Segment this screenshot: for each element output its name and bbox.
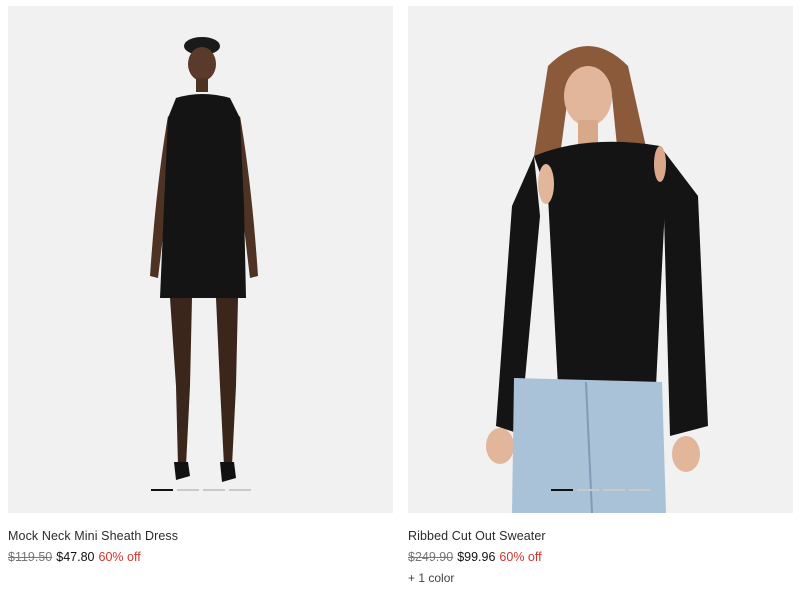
product-card-2[interactable]: Ribbed Cut Out Sweater $249.90 $99.96 60… xyxy=(408,6,793,585)
original-price: $119.50 xyxy=(8,550,53,564)
price-row: $249.90 $99.96 60% off xyxy=(408,550,793,564)
product-title[interactable]: Ribbed Cut Out Sweater xyxy=(408,529,793,543)
carousel-dot-4[interactable] xyxy=(628,489,651,491)
carousel-dot-4[interactable] xyxy=(228,489,251,491)
carousel-dot-2[interactable] xyxy=(176,489,199,491)
product-card-1[interactable]: Mock Neck Mini Sheath Dress $119.50 $47.… xyxy=(8,6,393,564)
sale-price: $99.96 xyxy=(457,550,496,564)
price-row: $119.50 $47.80 60% off xyxy=(8,550,393,564)
discount-label: 60% off xyxy=(98,550,141,564)
product-image-sweater[interactable] xyxy=(408,6,793,513)
carousel-dot-2[interactable] xyxy=(576,489,599,491)
image-carousel-indicator[interactable] xyxy=(408,489,793,491)
product-image-dress[interactable] xyxy=(8,6,393,513)
carousel-dot-3[interactable] xyxy=(202,489,225,491)
original-price: $249.90 xyxy=(408,550,454,564)
discount-label: 60% off xyxy=(499,550,542,564)
dress-model-illustration xyxy=(150,37,258,482)
sweater-model-illustration xyxy=(486,46,708,513)
carousel-dot-1[interactable] xyxy=(550,489,573,491)
carousel-dot-1[interactable] xyxy=(150,489,173,491)
more-colors-link[interactable]: + 1 color xyxy=(408,571,793,585)
product-title[interactable]: Mock Neck Mini Sheath Dress xyxy=(8,529,393,543)
sale-price: $47.80 xyxy=(56,550,95,564)
image-carousel-indicator[interactable] xyxy=(8,489,393,491)
carousel-dot-3[interactable] xyxy=(602,489,625,491)
